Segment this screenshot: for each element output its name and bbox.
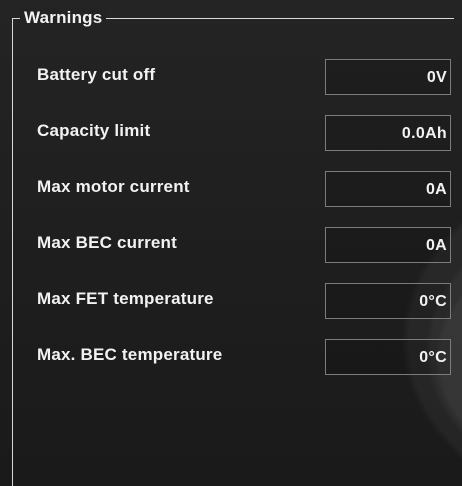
max-bec-temperature-row: Max. BEC temperature 0°C — [37, 339, 452, 375]
max-fet-temperature-value-box: 0°C — [325, 283, 451, 319]
max-fet-temperature-label: Max FET temperature — [37, 289, 214, 308]
max-bec-current-row: Max BEC current 0A — [37, 227, 452, 263]
capacity-limit-value-box: 0.0Ah — [325, 115, 451, 151]
battery-cut-off-value-box: 0V — [325, 59, 451, 95]
max-bec-temperature-label: Max. BEC temperature — [37, 345, 223, 364]
max-motor-current-row: Max motor current 0A — [37, 171, 452, 207]
max-fet-temperature-value: 0°C — [419, 293, 447, 310]
max-bec-temperature-value-box: 0°C — [325, 339, 451, 375]
max-bec-current-value-box: 0A — [325, 227, 451, 263]
warnings-group-title: Warnings — [20, 8, 107, 28]
battery-cut-off-label: Battery cut off — [37, 65, 156, 84]
max-bec-current-value: 0A — [425, 237, 447, 254]
max-fet-temperature-row: Max FET temperature 0°C — [37, 283, 452, 319]
capacity-limit-row: Capacity limit 0.0Ah — [37, 115, 452, 151]
max-bec-temperature-value: 0°C — [419, 349, 447, 366]
capacity-limit-label: Capacity limit — [37, 121, 151, 140]
max-motor-current-value: 0A — [425, 181, 447, 198]
max-bec-current-label: Max BEC current — [37, 233, 177, 252]
battery-cut-off-row: Battery cut off 0V — [37, 59, 452, 95]
battery-cut-off-value: 0V — [426, 69, 447, 86]
capacity-limit-value: 0.0Ah — [401, 125, 447, 142]
max-motor-current-label: Max motor current — [37, 177, 190, 196]
max-motor-current-value-box: 0A — [325, 171, 451, 207]
warnings-panel: Warnings Battery cut off 0V Capacity lim… — [0, 0, 462, 486]
